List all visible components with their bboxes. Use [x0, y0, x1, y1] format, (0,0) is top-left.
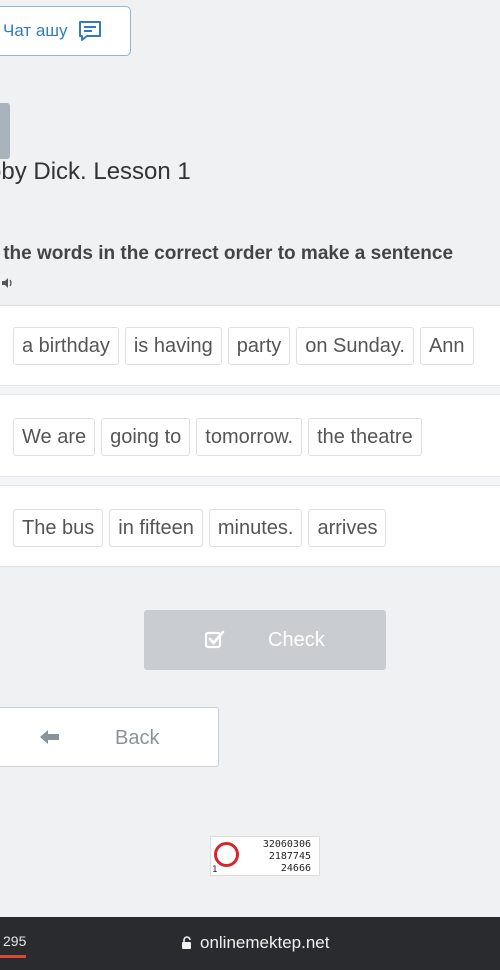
- browser-toolbar: 295 onlinemektep.net: [0, 917, 500, 970]
- side-tab[interactable]: [0, 103, 10, 159]
- word-chip[interactable]: The bus: [13, 509, 104, 547]
- chat-icon: [78, 21, 101, 41]
- stamp-circle-icon: [214, 842, 239, 867]
- address-bar[interactable]: onlinemektep.net: [180, 933, 329, 953]
- word-chip[interactable]: going to: [101, 418, 191, 456]
- back-button[interactable]: Back: [0, 707, 219, 767]
- open-chat-button[interactable]: Чат ашу: [0, 6, 131, 56]
- lesson-title: oby Dick. Lesson 1: [0, 158, 191, 185]
- word-chip[interactable]: arrives: [308, 509, 387, 547]
- divider: [0, 476, 500, 486]
- stamp-numbers: 32060306 2187745 24666: [262, 839, 311, 874]
- word-chip[interactable]: minutes.: [208, 509, 303, 547]
- verification-stamp: 1 32060306 2187745 24666: [210, 836, 320, 876]
- arrow-left-icon: [40, 730, 59, 744]
- chat-button-label: Чат ашу: [3, 21, 68, 40]
- tab-counter[interactable]: 295: [3, 933, 26, 949]
- lock-icon: [182, 936, 191, 949]
- word-chip[interactable]: is having: [124, 327, 222, 365]
- word-chip[interactable]: the theatre: [308, 418, 422, 456]
- word-row-3: The bus in fifteen minutes. arrives: [0, 509, 500, 547]
- word-row-1: a birthday is having party on Sunday. An…: [0, 327, 500, 365]
- word-chip[interactable]: Ann: [419, 327, 474, 365]
- word-chip[interactable]: We are: [13, 418, 96, 456]
- word-chip[interactable]: party: [227, 327, 291, 365]
- speaker-icon[interactable]: [0, 276, 14, 290]
- stamp-corner-number: 1: [212, 865, 218, 875]
- word-chip[interactable]: on Sunday.: [296, 327, 414, 365]
- url-text: onlinemektep.net: [200, 933, 330, 952]
- check-square-icon: [204, 630, 225, 649]
- word-chip[interactable]: tomorrow.: [196, 418, 303, 456]
- word-row-2: We are going to tomorrow. the theatre: [0, 418, 500, 456]
- task-instruction: ut the words in the correct order to mak…: [0, 243, 454, 264]
- divider: [0, 385, 500, 395]
- check-label: Check: [268, 629, 325, 651]
- word-chip[interactable]: a birthday: [13, 327, 119, 365]
- check-button[interactable]: Check: [144, 610, 386, 670]
- tab-indicator: [0, 955, 26, 958]
- back-label: Back: [115, 727, 160, 749]
- word-chip[interactable]: in fifteen: [109, 509, 203, 547]
